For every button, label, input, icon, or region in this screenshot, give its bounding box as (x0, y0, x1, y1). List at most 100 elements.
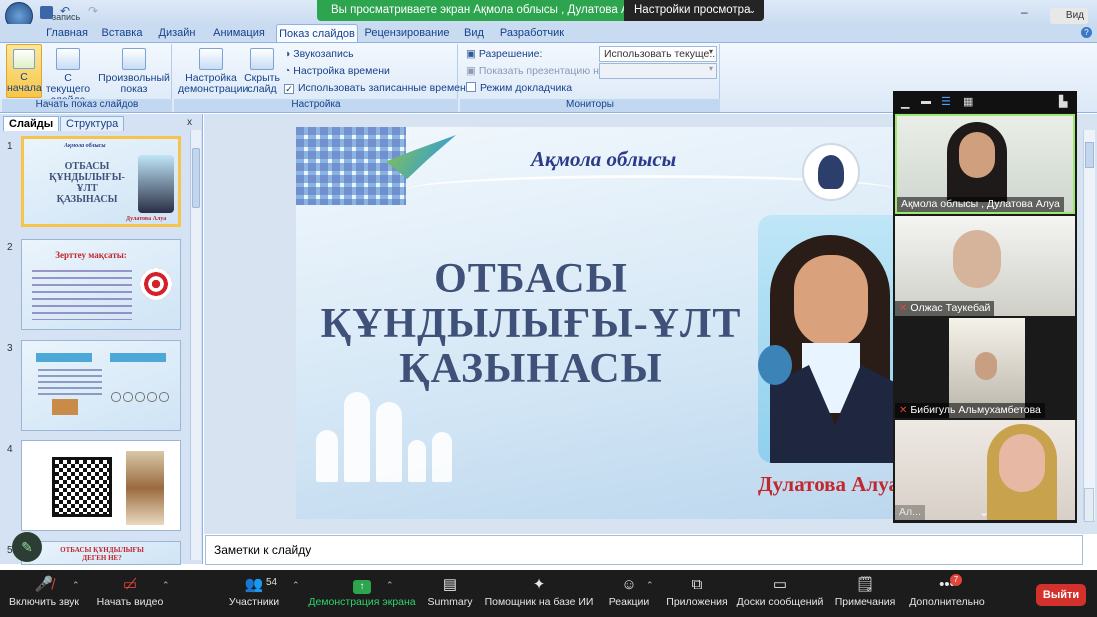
summary-icon: ▤ (442, 576, 458, 593)
speaker-view-icon[interactable]: ▬ (921, 96, 931, 107)
minimize-icon[interactable]: ▁ (901, 96, 909, 109)
close-icon[interactable]: x (187, 117, 192, 128)
unmute-label: Включить звук (8, 596, 80, 608)
share-banner-text: Вы просматриваете экран Ақмола облысы , … (331, 4, 648, 16)
tab-slides[interactable]: Слайды (3, 116, 60, 131)
tab-developer[interactable]: Разработчик (496, 24, 568, 42)
scroll-thumb[interactable] (192, 148, 200, 208)
whiteboard-icon: ▭ (772, 576, 788, 593)
slide-thumbnail-2[interactable]: Зерттеу мақсаты: (21, 239, 181, 330)
slide-scrollbar[interactable] (1083, 130, 1095, 520)
tab-animation[interactable]: Анимация (206, 24, 272, 42)
redo-icon[interactable]: ↷ (88, 4, 98, 18)
summary-button[interactable]: ▤ Summary (424, 570, 476, 617)
group-label-monitors: Мониторы (460, 99, 720, 112)
chevron-down-icon: ⌄ (748, 5, 756, 15)
strip-view-icon[interactable]: ☰ (941, 95, 951, 108)
slide-number: 4 (7, 444, 13, 455)
custom-show-button[interactable]: Произвольный показ (98, 48, 170, 95)
notes-button[interactable]: 🗒 Примечания (834, 570, 896, 617)
show-on-select[interactable]: ▾ (599, 63, 717, 79)
chevron-up-icon[interactable]: ⌃ (162, 580, 170, 591)
use-timings-label: Использовать записанные времена (298, 82, 472, 94)
use-timings-checkbox[interactable]: ✓ Использовать записанные времена (284, 81, 472, 95)
share-screen-label: Демонстрация экрана (308, 596, 416, 608)
reactions-button[interactable]: ☺ Реакции (604, 570, 654, 617)
participant-tile-1[interactable]: Ақмола облысы , Дулатова Алуа (895, 114, 1075, 214)
popout-icon[interactable]: ▙ (1059, 95, 1067, 108)
video-panel: ▁ ▬ ☰ ▦ ▙ Ақмола облысы , Дулатова Алуа … (893, 91, 1077, 523)
record-narration-label: Звукозапись (293, 48, 354, 60)
whiteboards-button[interactable]: ▭ Доски сообщений (736, 570, 824, 617)
unmute-button[interactable]: 🎤̸ Включить звук (4, 570, 84, 617)
current-slide[interactable]: Ақмола облысы ОТБАСЫ ҚҰНДЫЛЫҒЫ-ҰЛТ ҚАЗЫН… (296, 127, 893, 519)
decor-squares (296, 127, 406, 205)
chevron-down-icon[interactable]: ⌄ (979, 505, 989, 519)
mic-muted-icon: ✕ (899, 405, 908, 416)
view-button[interactable]: Вид (1050, 8, 1088, 24)
participant-tile-2[interactable]: ✕ Олжас Таукебай (895, 216, 1075, 316)
participant-name: Ал... (895, 505, 925, 520)
more-label: Дополнительно (909, 596, 985, 608)
participant-name: Ақмола облысы , Дулатова Алуа (897, 197, 1064, 212)
chevron-up-icon[interactable]: ⌃ (386, 580, 394, 591)
gallery-view-icon[interactable]: ▦ (963, 95, 973, 108)
notes-label: Примечания (834, 596, 896, 608)
tab-view[interactable]: Вид (456, 24, 492, 42)
notes-icon: 🗒 (855, 576, 875, 593)
resolution-select[interactable]: Использовать текуще... ▾ (599, 46, 717, 62)
thumb-photo (138, 155, 174, 213)
thumb-title: Зерттеу мақсаты: (55, 250, 127, 260)
view-button-label: Вид (1065, 10, 1084, 21)
slide-thumbnail-1[interactable]: Ақмола облысы ОТБАСЫ ҚҰНДЫЛЫҒЫ-ҰЛТ ҚАЗЫН… (21, 136, 181, 227)
share-screen-icon: ↑ (304, 570, 420, 596)
participant-tile-3[interactable]: ✕ Бибигуль Альмухамбетова (895, 318, 1075, 418)
chevron-down-icon: ▾ (708, 64, 713, 73)
thumb-circles (110, 391, 170, 403)
slides-pane-scrollbar[interactable] (190, 130, 201, 560)
tab-home[interactable]: Главная (40, 24, 94, 42)
thumb-region: Ақмола облысы (64, 143, 106, 149)
presenter-view-checkbox[interactable]: Режим докладчика (466, 81, 572, 95)
record-narration-button[interactable]: ◑ Звукозапись (284, 47, 354, 61)
speaker-notes[interactable]: Заметки к слайду (205, 535, 1083, 565)
more-button[interactable]: ••• Дополнительно (906, 570, 988, 617)
from-start-button[interactable]: С начала (6, 44, 42, 98)
annotate-pen-button[interactable]: ✎ (12, 532, 42, 562)
rehearse-timings-button[interactable]: ◔ Настройка времени (284, 64, 390, 78)
chevron-up-icon[interactable]: ⌃ (646, 580, 654, 591)
ai-companion-button[interactable]: ✦ Помощник на базе ИИ (484, 570, 594, 617)
help-icon[interactable]: ? (1081, 27, 1092, 38)
slide-thumbnail-5[interactable]: ОТБАСЫ ҚҰНДЫЛЫҒЫ ДЕГЕН НЕ? (21, 541, 181, 565)
thumb-image (126, 451, 164, 525)
slideshow-play-icon (13, 49, 35, 69)
participants-count: 54 (266, 577, 278, 588)
chevron-up-icon[interactable]: ⌃ (72, 580, 80, 591)
qr-code-icon (52, 457, 112, 517)
start-video-button[interactable]: ▭̸ Начать видео (92, 570, 168, 617)
ribbon-tabs: Главная Вставка Дизайн Анимация Показ сл… (0, 24, 1097, 42)
tab-slideshow[interactable]: Показ слайдов (276, 24, 358, 42)
panel-scrollbar[interactable] (1084, 488, 1094, 522)
leave-button[interactable]: Выйти (1036, 584, 1086, 606)
participant-name-text: Ақмола облысы , Дулатова Алуа (901, 198, 1060, 210)
minimize-icon[interactable]: – (1021, 5, 1028, 19)
tab-design[interactable]: Дизайн (150, 24, 204, 42)
scroll-thumb[interactable] (1085, 142, 1094, 168)
tab-review[interactable]: Рецензирование (362, 24, 452, 42)
tab-outline[interactable]: Структура (60, 116, 125, 131)
apps-button[interactable]: ⧉ Приложения (664, 570, 730, 617)
hide-slide-icon (250, 48, 274, 70)
share-screen-button[interactable]: ↑ Демонстрация экрана (304, 570, 420, 617)
microphone-icon: ◑ (284, 48, 294, 60)
view-options-button[interactable]: Настройки просмотра ⌄ (624, 0, 764, 21)
chevron-up-icon[interactable]: ⌃ (292, 580, 300, 591)
setup-show-button[interactable]: Настройка демонстрации (178, 48, 248, 95)
slide-thumbnail-3[interactable] (21, 340, 181, 431)
hide-slide-button[interactable]: Скрыть слайд (244, 48, 280, 95)
resolution-value: Использовать текуще... (604, 48, 717, 60)
from-current-button[interactable]: С текущего слайда (44, 48, 92, 106)
tab-insert[interactable]: Вставка (96, 24, 148, 42)
slide-region-text: Ақмола облысы (531, 147, 677, 171)
slide-thumbnail-4[interactable] (21, 440, 181, 531)
